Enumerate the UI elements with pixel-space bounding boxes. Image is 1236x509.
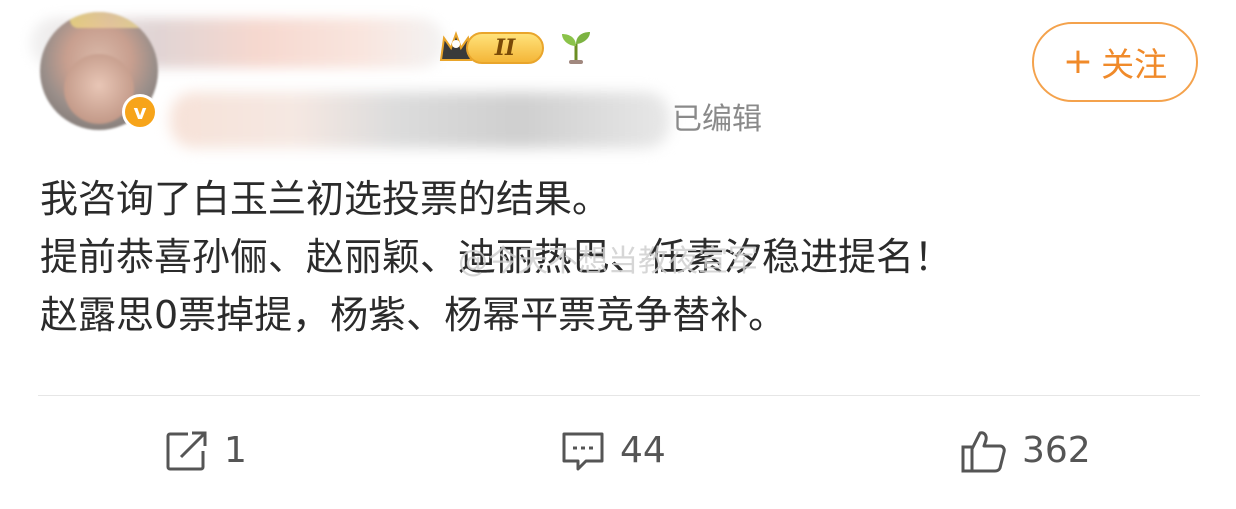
repost-count: 1 [224, 430, 247, 471]
repost-button[interactable]: 1 [164, 426, 247, 476]
plus-icon: + [1062, 41, 1094, 82]
follow-button[interactable]: + 关注 [1032, 22, 1198, 102]
level-badge: II [466, 32, 544, 64]
share-square-arrow-icon [166, 431, 207, 471]
verified-badge-icon: v [122, 94, 158, 130]
blurred-post-meta [170, 92, 670, 148]
follow-label: 关注 [1101, 45, 1168, 84]
like-button[interactable]: 362 [960, 426, 1091, 476]
comment-bubble-icon [562, 432, 604, 471]
divider [38, 395, 1200, 396]
content-line: 赵露思0票掉提，杨紫、杨幂平票竞争替补。 [40, 293, 787, 337]
comment-count: 44 [620, 430, 666, 471]
sprout-icon [562, 32, 590, 64]
edited-label: 已编辑 [672, 102, 762, 137]
comment-button[interactable]: 44 [560, 426, 666, 476]
thumbs-up-icon [961, 431, 1006, 473]
content-line: 我咨询了白玉兰初选投票的结果。 [40, 177, 611, 221]
watermark: @今天不想当教夜宣军 [458, 244, 758, 279]
avatar[interactable]: v [40, 12, 158, 130]
weibo-post: v II 已编辑 + 关注 我咨询了白玉兰初选投票的结果。 提前恭喜孙俪、赵丽颖… [0, 0, 1236, 509]
like-count: 362 [1022, 430, 1091, 471]
